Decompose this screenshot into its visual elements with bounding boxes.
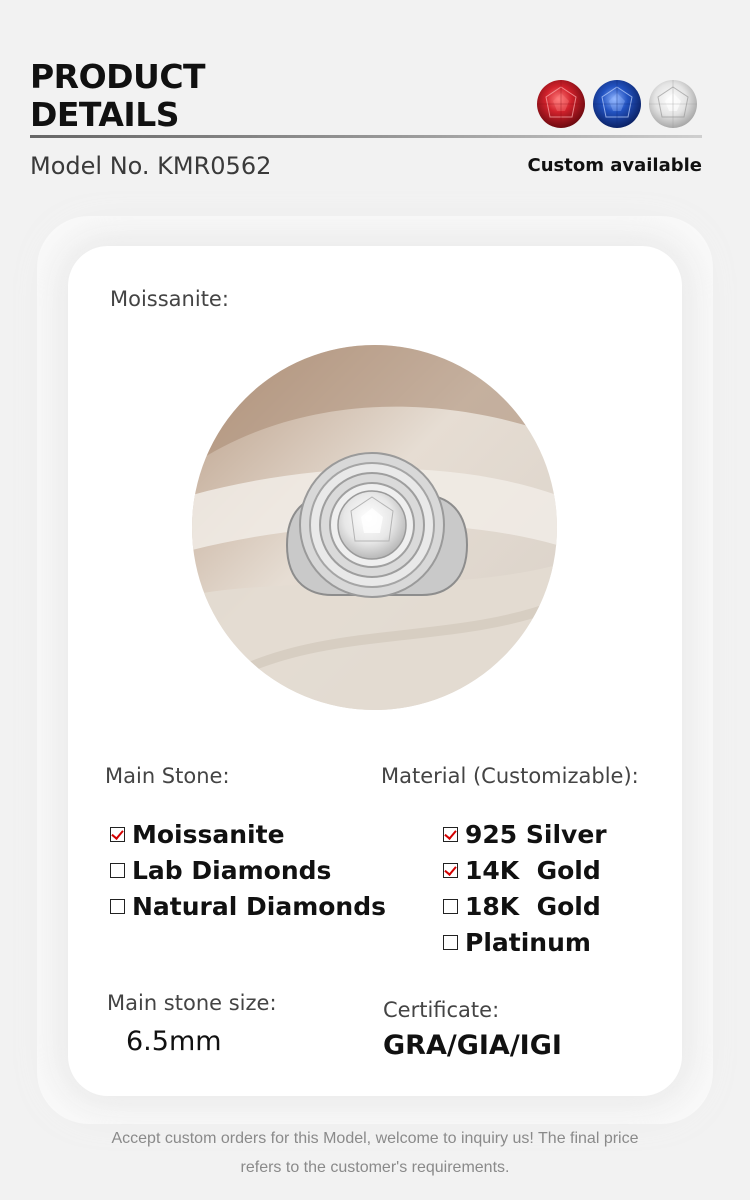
ring-photo [192, 345, 557, 710]
gem-color-swatches [536, 79, 702, 131]
checkbox-checked-icon[interactable] [110, 826, 125, 842]
title-line-2: DETAILS [30, 95, 180, 134]
certificate-label: Certificate: [383, 998, 500, 1022]
custom-available-label: Custom available [527, 155, 702, 176]
white-gem-icon [649, 80, 697, 128]
page-title: PRODUCT DETAILS [30, 57, 206, 134]
footer-note: Accept custom orders for this Model, wel… [75, 1124, 675, 1182]
material-option-14k-gold[interactable]: 14K Gold [443, 856, 601, 885]
main-stone-option-lab-diamonds[interactable]: Lab Diamonds [110, 856, 331, 885]
main-stone-label: Main Stone: [105, 764, 230, 788]
certificate-value: GRA/GIA/IGI [383, 1030, 562, 1061]
footer-line-2: refers to the customer's requirements. [240, 1159, 510, 1176]
checkbox-icon[interactable] [443, 898, 458, 914]
title-line-1: PRODUCT [30, 57, 206, 96]
main-stone-size-value: 6.5mm [126, 1026, 222, 1057]
stone-type-label: Moissanite: [110, 287, 229, 311]
checkbox-icon[interactable] [110, 862, 125, 878]
material-label: Material (Customizable): [381, 764, 639, 788]
material-option-platinum[interactable]: Platinum [443, 928, 591, 957]
title-divider [30, 135, 702, 138]
main-stone-option-moissanite[interactable]: Moissanite [110, 820, 285, 849]
footer-line-1: Accept custom orders for this Model, wel… [111, 1130, 639, 1147]
model-number: Model No. KMR0562 [30, 152, 272, 180]
blue-gem-icon [593, 80, 641, 128]
red-gem-icon [537, 80, 585, 128]
main-stone-option-natural-diamonds[interactable]: Natural Diamonds [110, 892, 386, 921]
checkbox-checked-icon[interactable] [443, 826, 458, 842]
material-option-925-silver[interactable]: 925 Silver [443, 820, 607, 849]
checkbox-icon[interactable] [110, 898, 125, 914]
main-stone-size-label: Main stone size: [107, 991, 277, 1015]
checkbox-checked-icon[interactable] [443, 862, 458, 878]
checkbox-icon[interactable] [443, 934, 458, 950]
material-option-18k-gold[interactable]: 18K Gold [443, 892, 601, 921]
